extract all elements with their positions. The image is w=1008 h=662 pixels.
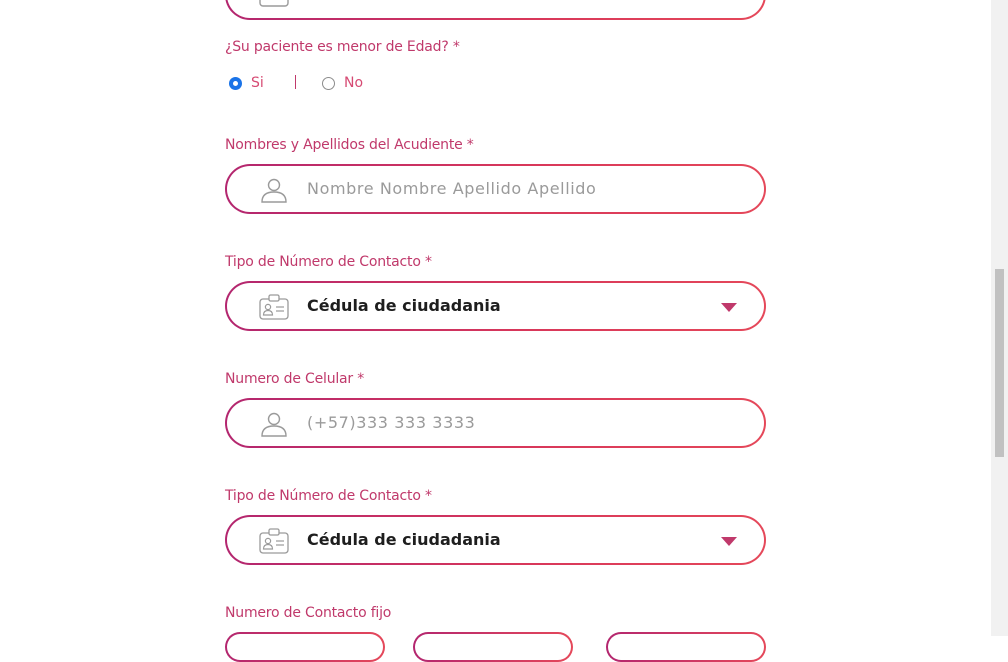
contact-type-label: Tipo de Número de Contacto * (225, 254, 432, 270)
id-card-icon (259, 294, 289, 320)
patient-form: 0000000000000000 ¿Su paciente es menor d… (0, 0, 1008, 660)
id-number-placeholder: 0000000000000000 (307, 0, 479, 18)
contact-type-value-2: Cédula de ciudadania (307, 530, 501, 549)
radio-no-label: No (344, 75, 364, 91)
user-icon (261, 178, 287, 203)
guardian-name-placeholder: Nombre Nombre Apellido Apellido (307, 179, 597, 198)
contact-type-select-2[interactable]: Cédula de ciudadania (225, 515, 766, 565)
radio-si[interactable]: Si (229, 73, 264, 93)
scrollbar-thumb[interactable] (995, 269, 1004, 457)
contact-type-value: Cédula de ciudadania (307, 296, 501, 315)
user-icon (261, 412, 287, 437)
mobile-placeholder: (+57)333 333 3333 (307, 413, 476, 432)
landline-area-input[interactable] (413, 632, 573, 662)
landline-indicative-input[interactable] (225, 632, 385, 662)
id-card-icon (259, 528, 289, 554)
mobile-input[interactable]: (+57)333 333 3333 (225, 398, 766, 448)
chevron-down-icon[interactable] (720, 301, 738, 313)
contact-type-select[interactable]: Cédula de ciudadania (225, 281, 766, 331)
vertical-scrollbar[interactable] (991, 0, 1008, 636)
radio-no[interactable]: No (322, 73, 363, 93)
mobile-label: Numero de Celular * (225, 371, 365, 387)
radio-si-dot[interactable] (229, 76, 242, 90)
id-number-input[interactable]: 0000000000000000 (225, 0, 766, 20)
chevron-down-icon[interactable] (720, 535, 738, 547)
landline-label: Numero de Contacto fijo (225, 605, 392, 621)
radio-si-label: Si (251, 75, 264, 91)
contact-type-label-2: Tipo de Número de Contacto * (225, 488, 432, 504)
landline-number-input[interactable] (606, 632, 766, 662)
minor-question-label: ¿Su paciente es menor de Edad? * (225, 39, 460, 55)
guardian-name-label: Nombres y Apellidos del Acudiente * (225, 137, 474, 153)
id-card-icon (259, 0, 289, 7)
radio-divider (295, 75, 296, 89)
guardian-name-input[interactable]: Nombre Nombre Apellido Apellido (225, 164, 766, 214)
radio-no-dot[interactable] (322, 76, 335, 90)
